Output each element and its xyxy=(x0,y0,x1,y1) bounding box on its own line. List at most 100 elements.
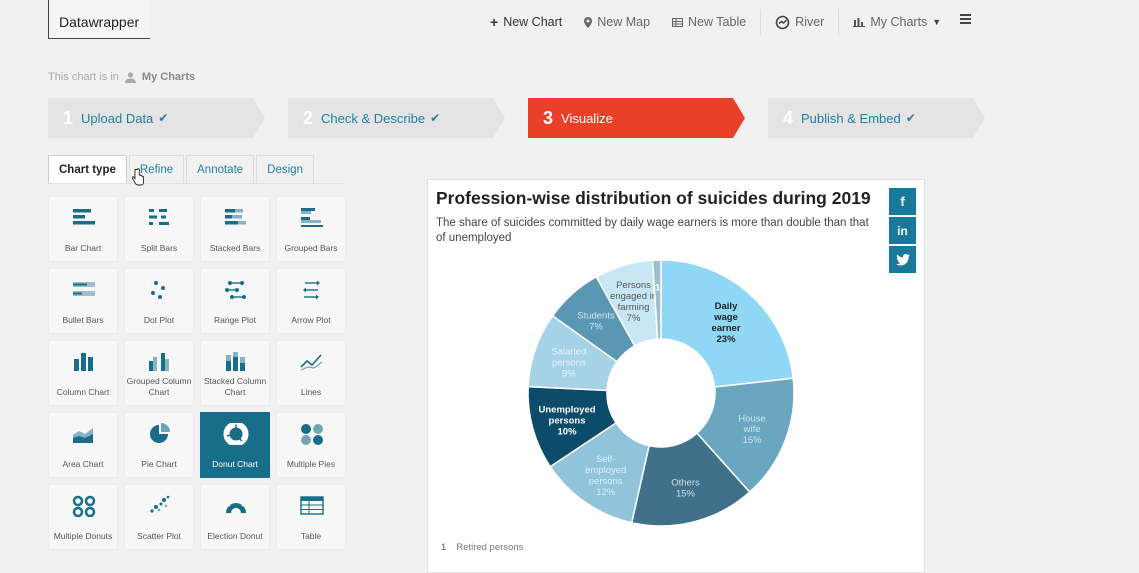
chart-type-label: Range Plot xyxy=(213,315,257,325)
new-map-label: New Map xyxy=(597,15,651,29)
step-publish-embed[interactable]: 4 Publish & Embed ✔ xyxy=(768,98,985,138)
bar-chart-icon xyxy=(853,18,866,27)
chart-type-bar-chart[interactable]: Bar Chart xyxy=(48,196,118,262)
linkedin-share-button[interactable]: in xyxy=(889,217,916,244)
tab-annotate[interactable]: Annotate xyxy=(186,155,255,183)
river-link[interactable]: River xyxy=(775,15,824,30)
location-folder-link[interactable]: My Charts xyxy=(142,71,195,83)
chart-type-label: Stacked Bars xyxy=(209,243,261,253)
map-marker-icon xyxy=(584,16,593,28)
hamburger-menu-icon[interactable] xyxy=(960,14,971,24)
chart-type-arrow-plot[interactable]: Arrow Plot xyxy=(276,268,346,334)
nav-divider xyxy=(838,9,840,35)
multiple-pies-icon xyxy=(301,424,323,445)
bar-chart-icon xyxy=(73,209,95,225)
user-icon xyxy=(124,71,136,83)
chart-footnote: 1 Retired persons xyxy=(441,542,523,553)
grouped-column-icon xyxy=(149,353,169,371)
chart-title: Profession-wise distribution of suicides… xyxy=(436,188,871,208)
chart-type-label: Grouped Column Chart xyxy=(126,376,192,397)
stacked-bars-icon xyxy=(225,209,246,225)
chart-type-grouped-bars[interactable]: Grouped Bars xyxy=(276,196,346,262)
facebook-share-button[interactable]: f xyxy=(889,188,916,215)
chart-type-lines[interactable]: Lines xyxy=(276,340,346,406)
election-donut-icon xyxy=(226,499,246,513)
chart-type-split-bars[interactable]: Split Bars xyxy=(124,196,194,262)
step-label: Upload Data xyxy=(81,110,154,126)
chart-type-area-chart[interactable]: Area Chart xyxy=(48,412,118,478)
lines-icon xyxy=(300,354,323,371)
chart-type-label: Grouped Bars xyxy=(284,243,338,253)
multiple-donuts-icon xyxy=(72,495,96,517)
new-chart-link[interactable]: + New Chart xyxy=(490,14,562,30)
twitter-share-button[interactable] xyxy=(889,246,916,273)
chart-type-pie-chart[interactable]: Pie Chart xyxy=(124,412,194,478)
area-chart-icon xyxy=(73,428,93,443)
stacked-column-icon xyxy=(226,352,245,371)
column-chart-icon xyxy=(74,353,93,371)
chart-type-range-plot[interactable]: Range Plot xyxy=(200,268,270,334)
step-upload-data[interactable]: 1 Upload Data ✔ xyxy=(48,98,265,138)
tab-chart-type[interactable]: Chart type xyxy=(48,155,127,183)
chart-type-bullet-bars[interactable]: Bullet Bars xyxy=(48,268,118,334)
chart-type-label: Area Chart xyxy=(62,459,104,469)
chart-type-label: Lines xyxy=(300,387,322,397)
pie-chart-icon xyxy=(150,423,170,443)
donut-chart-icon xyxy=(223,423,249,445)
caret-down-icon: ▼ xyxy=(932,17,942,27)
chart-type-scatter-plot[interactable]: Scatter Plot xyxy=(124,484,194,550)
step-check-describe[interactable]: 2 Check & Describe ✔ xyxy=(288,98,505,138)
chart-type-multiple-pies[interactable]: Multiple Pies xyxy=(276,412,346,478)
chart-type-multiple-donuts[interactable]: Multiple Donuts xyxy=(48,484,118,550)
step-label: Publish & Embed xyxy=(801,110,901,126)
twitter-bird-icon xyxy=(895,253,910,265)
my-charts-menu[interactable]: My Charts ▼ xyxy=(853,15,941,29)
nav-divider xyxy=(760,9,762,35)
app-logo[interactable]: Datawrapper xyxy=(48,0,150,39)
chart-type-dot-plot[interactable]: Dot Plot xyxy=(124,268,194,334)
chart-type-label: Bullet Bars xyxy=(62,315,104,325)
step-visualize[interactable]: 3 Visualize xyxy=(528,98,745,138)
chart-type-stacked-column-chart[interactable]: Stacked Column Chart xyxy=(200,340,270,406)
river-icon xyxy=(775,15,790,29)
tab-design[interactable]: Design xyxy=(256,155,314,183)
chart-location: This chart is in My Charts xyxy=(48,71,195,83)
footnote-text: Retired persons xyxy=(456,542,524,553)
step-label: Visualize xyxy=(561,110,613,126)
chart-type-label: Column Chart xyxy=(56,387,110,397)
step-number: 4 xyxy=(783,107,794,128)
plus-icon: + xyxy=(490,14,499,30)
chart-type-label: Pie Chart xyxy=(141,459,177,469)
app-logo-text: Datawrapper xyxy=(59,14,140,30)
checkmark-icon: ✔ xyxy=(430,111,441,125)
new-chart-label: New Chart xyxy=(503,15,563,29)
split-bars-icon xyxy=(149,209,169,225)
hand-cursor-icon xyxy=(132,168,144,186)
chart-type-label: Arrow Plot xyxy=(291,315,331,325)
range-plot-icon xyxy=(225,281,246,299)
checkmark-icon: ✔ xyxy=(158,111,169,125)
table-icon xyxy=(672,17,684,27)
chart-subtitle: The share of suicides committed by daily… xyxy=(436,217,869,244)
my-charts-label: My Charts xyxy=(870,15,928,29)
step-number: 2 xyxy=(303,107,314,128)
new-table-label: New Table xyxy=(688,15,747,29)
chart-type-label: Split Bars xyxy=(140,243,178,253)
step-number: 3 xyxy=(543,107,554,128)
chart-type-label: Donut Chart xyxy=(212,459,258,469)
chart-type-column-chart[interactable]: Column Chart xyxy=(48,340,118,406)
arrow-plot-icon xyxy=(303,280,320,300)
chart-type-label: Dot Plot xyxy=(143,315,175,325)
donut-chart: Daily wage earner 23%House wife 15%Others 15%S… xyxy=(527,259,795,527)
river-label: River xyxy=(795,15,825,29)
new-map-link[interactable]: New Map xyxy=(584,15,650,29)
chart-type-donut-chart[interactable]: Donut Chart xyxy=(200,412,270,478)
new-table-link[interactable]: New Table xyxy=(672,15,746,29)
tab-divider xyxy=(48,183,344,184)
step-label: Check & Describe xyxy=(321,110,426,126)
chart-type-grouped-column-chart[interactable]: Grouped Column Chart xyxy=(124,340,194,406)
grouped-bars-icon xyxy=(301,208,323,227)
chart-type-stacked-bars[interactable]: Stacked Bars xyxy=(200,196,270,262)
chart-type-election-donut[interactable]: Election Donut xyxy=(200,484,270,550)
chart-type-table[interactable]: Table xyxy=(276,484,346,550)
